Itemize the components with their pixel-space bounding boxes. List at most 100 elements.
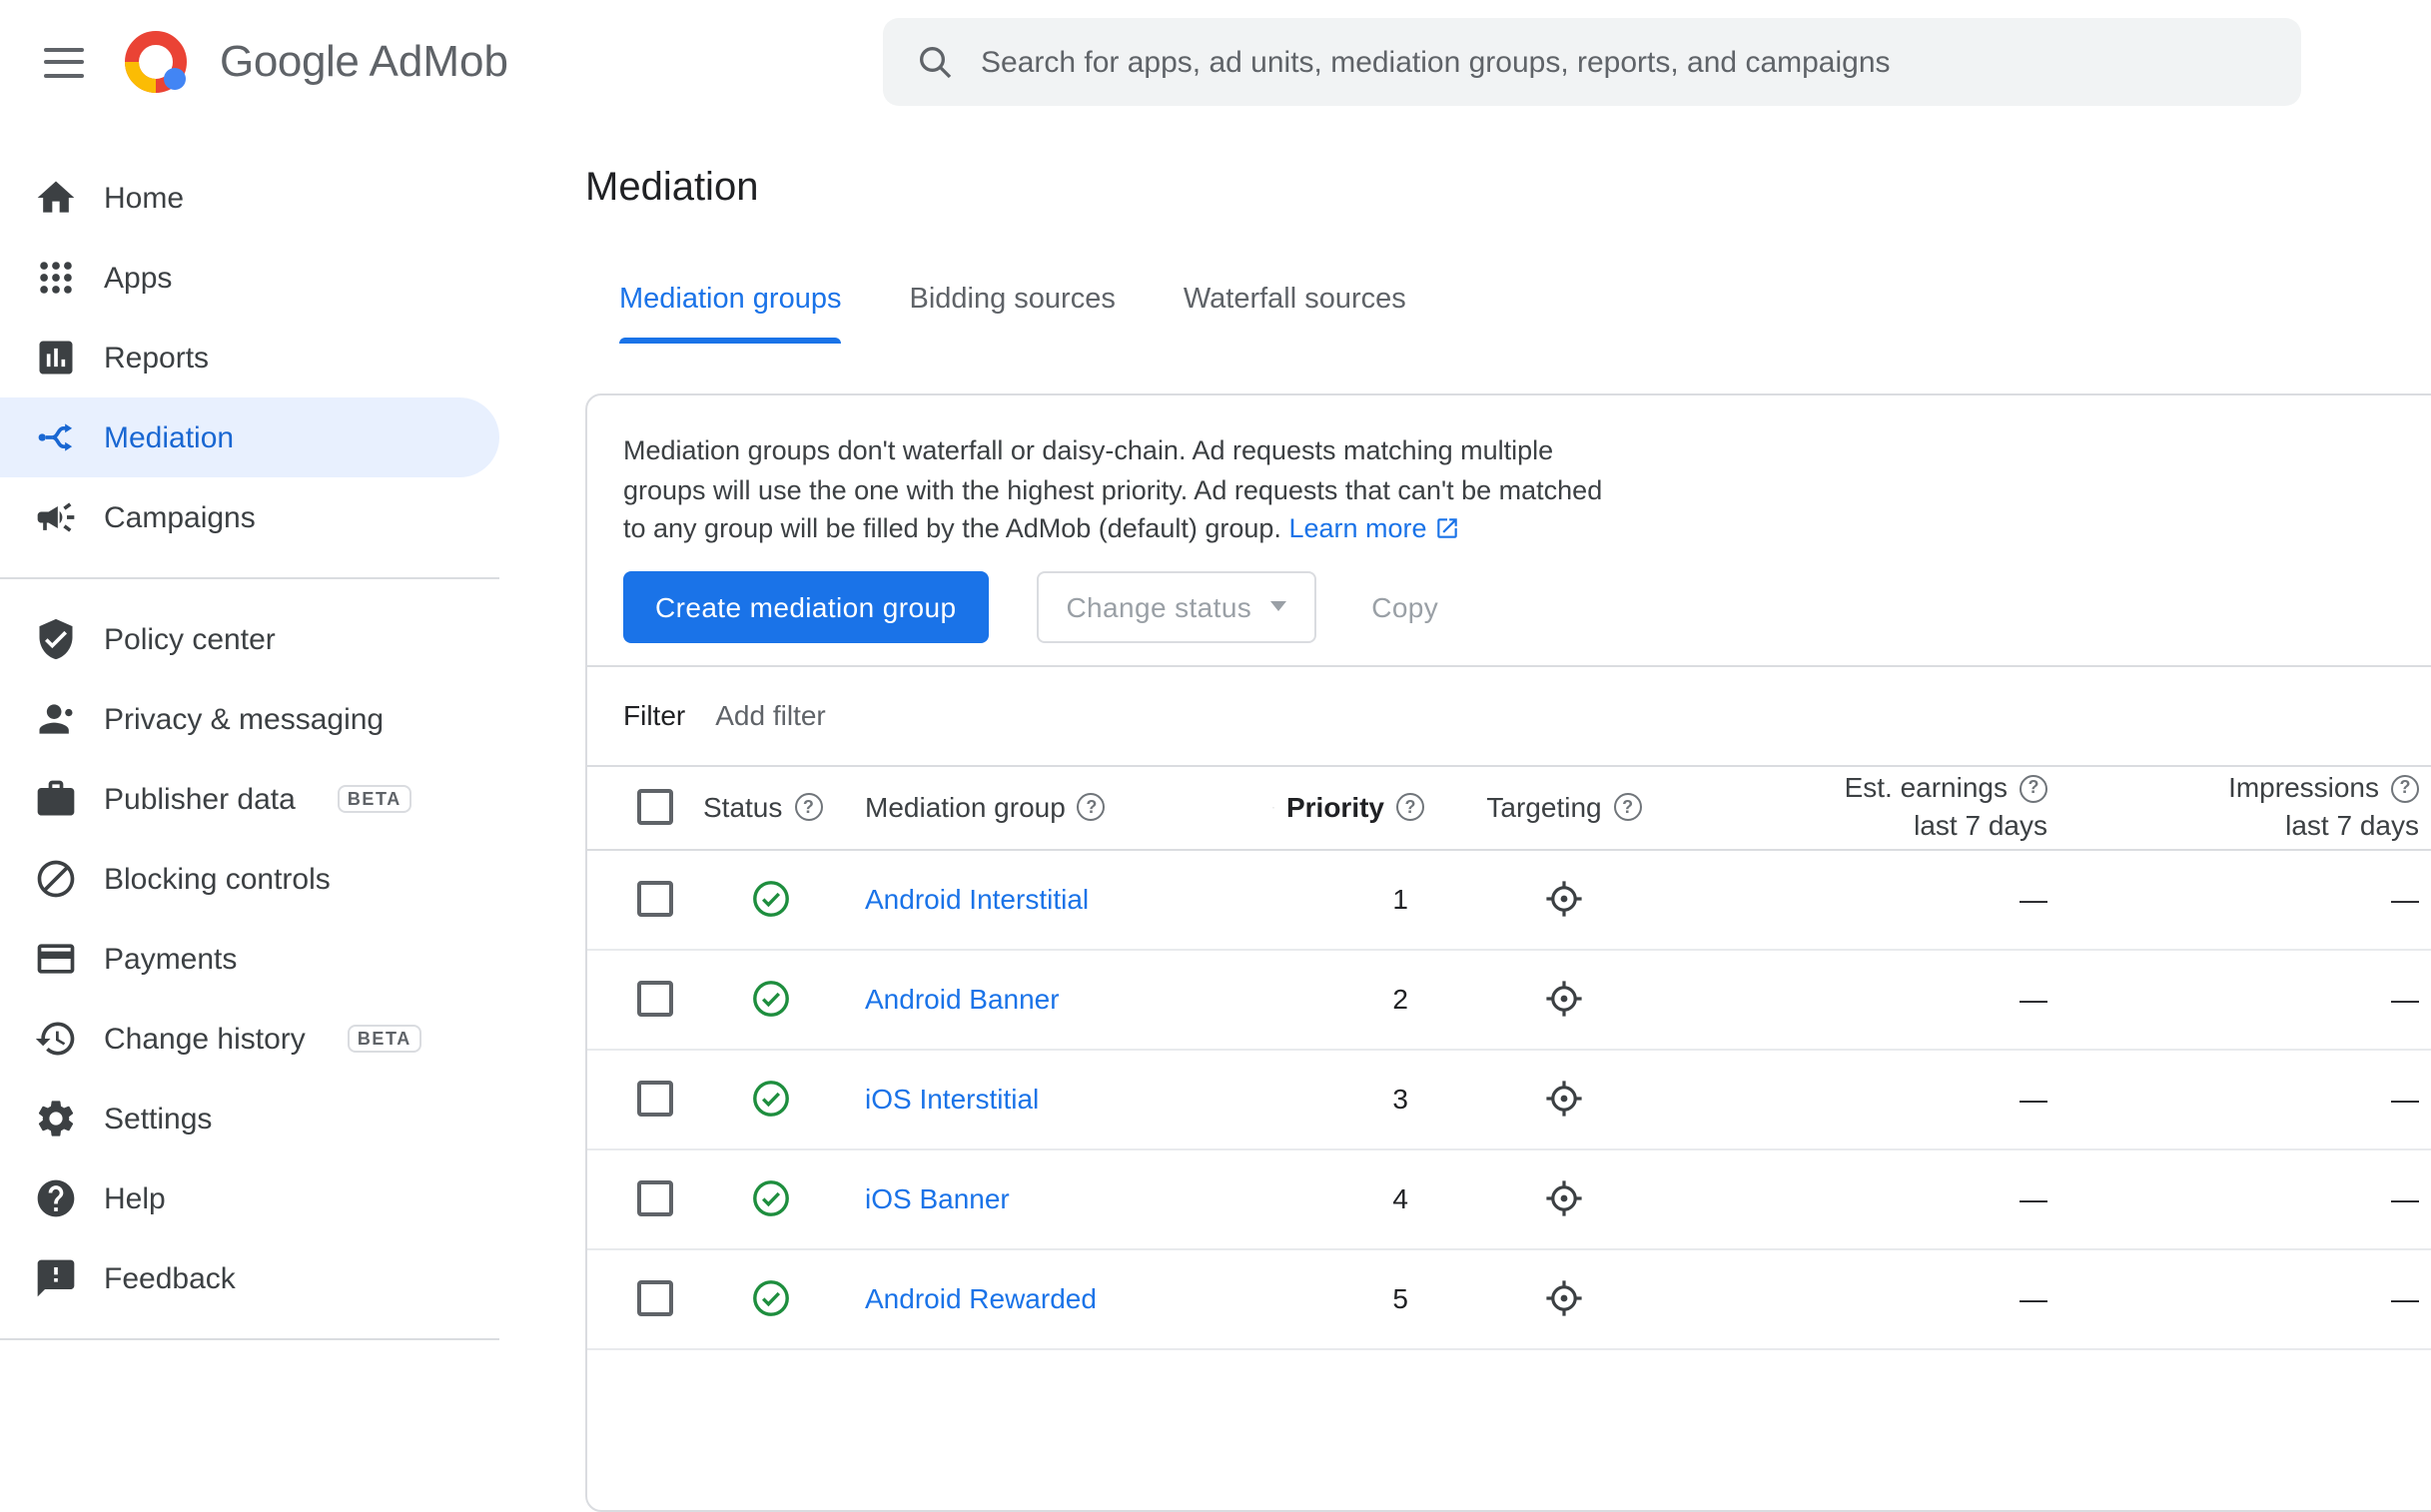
sidebar-item-feedback[interactable]: Feedback — [0, 1238, 499, 1318]
impressions-value: — — [2063, 949, 2431, 1050]
impressions-value: — — [2063, 1248, 2431, 1349]
priority-value: 1 — [1264, 849, 1424, 950]
sidebar-item-apps[interactable]: Apps — [0, 238, 499, 318]
admob-logo[interactable]: Google AdMob — [120, 26, 508, 98]
priority-value: 5 — [1264, 1248, 1424, 1349]
targeting-icon — [1546, 881, 1582, 917]
table-row: Android Rewarded 5 — — — [587, 1248, 2431, 1349]
row-checkbox[interactable] — [637, 881, 673, 918]
sidebar-item-campaigns[interactable]: Campaigns — [0, 477, 499, 557]
search-icon — [915, 42, 955, 82]
table-header-row: Status Mediation group Priority Targetin… — [587, 765, 2431, 850]
sort-ascending-icon — [1272, 806, 1274, 808]
priority-value: 3 — [1264, 1049, 1424, 1149]
row-checkbox[interactable] — [637, 1081, 673, 1118]
beta-badge: BETA — [337, 785, 411, 813]
mediation-group-link[interactable]: iOS Banner — [865, 1182, 1010, 1214]
est-earnings-value: — — [1704, 1248, 2063, 1349]
sidebar: Home Apps Reports Mediation Campaigns Po… — [0, 124, 579, 1360]
priority-value: 2 — [1264, 949, 1424, 1050]
sidebar-item-publisher-data[interactable]: Publisher data BETA — [0, 759, 499, 839]
sidebar-item-privacy-messaging[interactable]: Privacy & messaging — [0, 679, 499, 759]
campaigns-icon — [32, 493, 80, 541]
help-icon[interactable] — [1077, 793, 1106, 821]
priority-sort-header[interactable]: Priority — [1264, 791, 1424, 823]
mediation-group-link[interactable]: iOS Interstitial — [865, 1083, 1039, 1115]
row-checkbox[interactable] — [637, 981, 673, 1018]
status-enabled-icon — [752, 1081, 788, 1117]
row-checkbox[interactable] — [637, 1180, 673, 1217]
copy-button[interactable]: Copy — [1363, 570, 1446, 642]
status-enabled-icon — [752, 981, 788, 1017]
tab-bidding-sources[interactable]: Bidding sources — [910, 264, 1116, 344]
add-filter-button[interactable]: Add filter — [715, 699, 826, 731]
change-status-button[interactable]: Change status — [1036, 570, 1316, 642]
filter-label: Filter — [623, 699, 686, 731]
mediation-icon — [32, 413, 80, 461]
admob-logo-icon — [120, 26, 192, 98]
sidebar-item-blocking-controls[interactable]: Blocking controls — [0, 839, 499, 919]
filter-bar: Filter Add filter — [587, 664, 2431, 764]
sidebar-item-mediation[interactable]: Mediation — [0, 397, 499, 477]
help-circle-icon — [32, 1174, 80, 1222]
targeting-icon — [1546, 981, 1582, 1017]
est-earnings-value: — — [1704, 1148, 2063, 1249]
brand-text: Google AdMob — [220, 36, 508, 86]
sidebar-item-payments[interactable]: Payments — [0, 919, 499, 999]
sidebar-item-settings[interactable]: Settings — [0, 1079, 499, 1158]
apps-icon — [32, 254, 80, 302]
hamburger-menu-icon[interactable] — [24, 22, 104, 102]
sidebar-item-change-history[interactable]: Change history BETA — [0, 999, 499, 1079]
search-input[interactable] — [981, 45, 2269, 79]
help-icon[interactable] — [1613, 793, 1642, 821]
help-icon[interactable] — [794, 793, 823, 821]
main-content: Mediation Mediation groups Bidding sourc… — [585, 124, 2431, 1512]
table-row: iOS Banner 4 — — — [587, 1148, 2431, 1249]
targeting-icon — [1546, 1081, 1582, 1117]
tab-mediation-groups[interactable]: Mediation groups — [619, 264, 843, 344]
impressions-value: — — [2063, 1049, 2431, 1149]
briefcase-icon — [32, 775, 80, 823]
topbar: Google AdMob — [0, 0, 2431, 124]
help-icon[interactable] — [1396, 793, 1424, 821]
mediation-group-link[interactable]: Android Interstitial — [865, 883, 1089, 915]
shield-icon — [32, 615, 80, 663]
impressions-value: — — [2063, 1148, 2431, 1249]
person-icon — [32, 695, 80, 743]
sidebar-item-policy-center[interactable]: Policy center — [0, 599, 499, 679]
tab-bar: Mediation groups Bidding sources Waterfa… — [619, 264, 2431, 344]
mediation-group-link[interactable]: Android Rewarded — [865, 1282, 1097, 1314]
mediation-group-link[interactable]: Android Banner — [865, 983, 1060, 1015]
subheader: last 7 days — [1914, 809, 2047, 841]
sidebar-divider — [0, 577, 499, 579]
impressions-value: — — [2063, 849, 2431, 950]
create-mediation-group-button[interactable]: Create mediation group — [623, 570, 989, 642]
status-enabled-icon — [752, 881, 788, 917]
est-earnings-value: — — [1704, 849, 2063, 950]
intro-text: Mediation groups don't waterfall or dais… — [623, 435, 1603, 543]
targeting-icon — [1546, 1280, 1582, 1316]
global-search — [883, 18, 2301, 106]
row-checkbox[interactable] — [637, 1280, 673, 1317]
intro-section: Mediation groups don't waterfall or dais… — [587, 395, 2431, 548]
block-icon — [32, 855, 80, 903]
status-enabled-icon — [752, 1180, 788, 1216]
learn-more-link[interactable]: Learn more — [1288, 513, 1460, 543]
tab-waterfall-sources[interactable]: Waterfall sources — [1184, 264, 1406, 344]
sidebar-item-home[interactable]: Home — [0, 158, 499, 238]
reports-icon — [32, 334, 80, 381]
sidebar-item-reports[interactable]: Reports — [0, 318, 499, 397]
sidebar-item-help[interactable]: Help — [0, 1158, 499, 1238]
chevron-down-icon — [1269, 601, 1286, 611]
help-icon[interactable] — [2391, 774, 2419, 802]
status-enabled-icon — [752, 1280, 788, 1316]
external-link-icon — [1437, 518, 1458, 538]
feedback-icon — [32, 1254, 80, 1302]
admob-app: GoogleAdMob Home — [0, 0, 2431, 1512]
help-icon[interactable] — [2020, 774, 2047, 802]
subheader: last 7 days — [2285, 809, 2419, 841]
targeting-icon — [1546, 1180, 1582, 1216]
table-row: Android Banner 2 — — — [587, 949, 2431, 1050]
credit-card-icon — [32, 935, 80, 983]
select-all-checkbox[interactable] — [637, 789, 673, 826]
